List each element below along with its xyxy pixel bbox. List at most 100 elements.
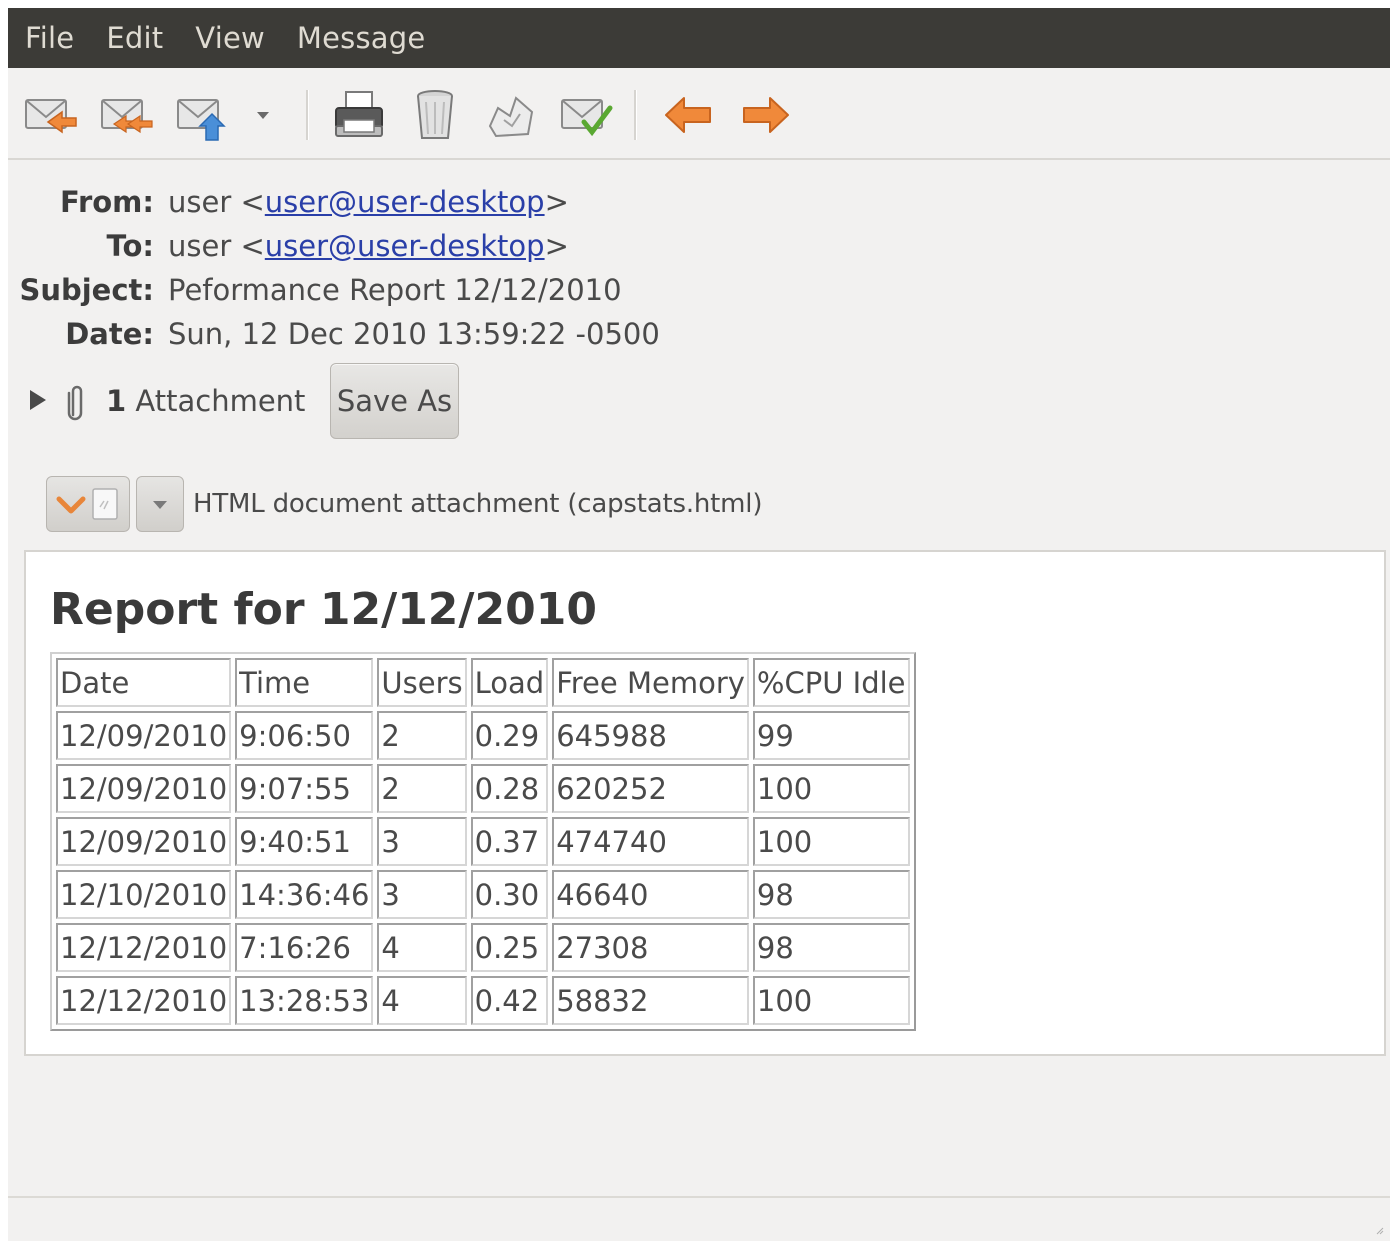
forward-button[interactable] xyxy=(174,86,232,144)
to-email-link[interactable]: user@user-desktop xyxy=(265,229,545,263)
table-cell: 0.25 xyxy=(470,923,549,972)
junk-icon xyxy=(488,96,534,138)
html-document-icon xyxy=(56,488,118,520)
table-cell: 2 xyxy=(377,764,467,813)
date-value: Sun, 12 Dec 2010 13:59:22 -0500 xyxy=(168,317,660,351)
table-cell: 13:28:53 xyxy=(235,976,374,1025)
not-junk-icon xyxy=(561,99,613,137)
previous-message-button[interactable] xyxy=(660,86,718,144)
table-cell: 12/09/2010 xyxy=(56,817,232,866)
table-cell: 12/12/2010 xyxy=(56,923,232,972)
print-icon xyxy=(335,91,383,137)
table-cell: 0.42 xyxy=(470,976,549,1025)
menu-edit[interactable]: Edit xyxy=(89,8,178,68)
resize-grip-icon[interactable] xyxy=(1374,1225,1384,1235)
table-cell: 474740 xyxy=(552,817,749,866)
table-cell: 0.28 xyxy=(470,764,549,813)
report-table: Date Time Users Load Free Memory %CPU Id… xyxy=(50,652,916,1031)
column-header: Users xyxy=(377,658,467,707)
attachment-count: 1 Attachment xyxy=(106,381,305,421)
column-header: %CPU Idle xyxy=(752,658,910,707)
table-cell: 12/09/2010 xyxy=(56,764,232,813)
menu-message[interactable]: Message xyxy=(280,8,441,68)
from-email-link[interactable]: user@user-desktop xyxy=(265,185,545,219)
date-label: Date: xyxy=(65,317,154,351)
from-name: user < xyxy=(168,185,265,219)
delete-button[interactable] xyxy=(406,86,464,144)
table-cell: 0.37 xyxy=(470,817,549,866)
table-cell: 12/12/2010 xyxy=(56,976,232,1025)
table-cell: 3 xyxy=(377,870,467,919)
attachment-dropdown-button[interactable] xyxy=(136,476,184,532)
statusbar-divider xyxy=(8,1196,1390,1198)
subject-label: Subject: xyxy=(19,273,154,307)
to-name: user < xyxy=(168,229,265,263)
table-cell: 4 xyxy=(377,976,467,1025)
table-cell: 0.29 xyxy=(470,711,549,760)
arrow-left-icon xyxy=(665,97,711,133)
table-row: 12/09/2010 9:40:51 3 0.37 474740 100 xyxy=(56,817,910,866)
to-value: user <user@user-desktop> xyxy=(168,224,569,268)
mail-window: File Edit View Message From: user <user@… xyxy=(8,8,1390,1241)
forward-dropdown-button[interactable] xyxy=(248,86,278,144)
chevron-down-icon xyxy=(257,112,269,119)
table-cell: 27308 xyxy=(552,923,749,972)
from-value: user <user@user-desktop> xyxy=(168,180,569,224)
next-message-button[interactable] xyxy=(736,86,794,144)
attachment-toggle-button[interactable] xyxy=(46,476,130,532)
subject-value: Peformance Report 12/12/2010 xyxy=(168,273,622,307)
table-row: 12/09/2010 9:07:55 2 0.28 620252 100 xyxy=(56,764,910,813)
forward-icon xyxy=(177,99,226,141)
column-header: Time xyxy=(235,658,374,707)
table-cell: 645988 xyxy=(552,711,749,760)
table-cell: 3 xyxy=(377,817,467,866)
chevron-down-icon xyxy=(153,501,167,509)
reply-icon xyxy=(25,99,77,134)
menu-view[interactable]: View xyxy=(178,8,280,68)
table-cell: 12/09/2010 xyxy=(56,711,232,760)
header-date: Date: Sun, 12 Dec 2010 13:59:22 -0500 xyxy=(8,312,1390,356)
attachment-count-label: Attachment xyxy=(135,384,306,418)
table-cell: 620252 xyxy=(552,764,749,813)
table-cell: 12/10/2010 xyxy=(56,870,232,919)
column-header: Free Memory xyxy=(552,658,749,707)
table-cell: 99 xyxy=(752,711,910,760)
junk-button[interactable] xyxy=(482,86,540,144)
to-close: > xyxy=(544,229,569,263)
menubar: File Edit View Message xyxy=(8,8,1390,68)
from-label: From: xyxy=(60,185,154,219)
reply-all-icon xyxy=(101,99,153,134)
attachment-bar: 1 Attachment Save As xyxy=(8,363,1390,441)
table-cell: 9:06:50 xyxy=(235,711,374,760)
table-cell: 58832 xyxy=(552,976,749,1025)
save-as-button[interactable]: Save As xyxy=(330,363,459,439)
table-cell: 4 xyxy=(377,923,467,972)
table-row: 12/12/2010 13:28:53 4 0.42 58832 100 xyxy=(56,976,910,1025)
paperclip-icon xyxy=(67,385,83,421)
table-row: 12/09/2010 9:06:50 2 0.29 645988 99 xyxy=(56,711,910,760)
not-junk-button[interactable] xyxy=(558,86,616,144)
header-from: From: user <user@user-desktop> xyxy=(8,180,1390,224)
toolbar-separator xyxy=(306,90,309,140)
header-to: To: user <user@user-desktop> xyxy=(8,224,1390,268)
table-cell: 98 xyxy=(752,870,910,919)
attachment-label: HTML document attachment (capstats.html) xyxy=(193,489,763,519)
table-cell: 0.30 xyxy=(470,870,549,919)
table-cell: 9:07:55 xyxy=(235,764,374,813)
reply-button[interactable] xyxy=(22,86,80,144)
expander-triangle-icon[interactable] xyxy=(30,390,46,410)
reply-all-button[interactable] xyxy=(98,86,156,144)
table-header-row: Date Time Users Load Free Memory %CPU Id… xyxy=(56,658,910,707)
table-row: 12/12/2010 7:16:26 4 0.25 27308 98 xyxy=(56,923,910,972)
toolbar xyxy=(8,68,1390,160)
table-cell: 100 xyxy=(752,764,910,813)
table-cell: 9:40:51 xyxy=(235,817,374,866)
table-cell: 46640 xyxy=(552,870,749,919)
table-cell: 100 xyxy=(752,817,910,866)
table-cell: 14:36:46 xyxy=(235,870,374,919)
print-button[interactable] xyxy=(330,86,388,144)
attachment-item: HTML document attachment (capstats.html) xyxy=(8,476,1390,532)
to-label: To: xyxy=(106,229,154,263)
from-close: > xyxy=(544,185,569,219)
menu-file[interactable]: File xyxy=(8,8,89,68)
